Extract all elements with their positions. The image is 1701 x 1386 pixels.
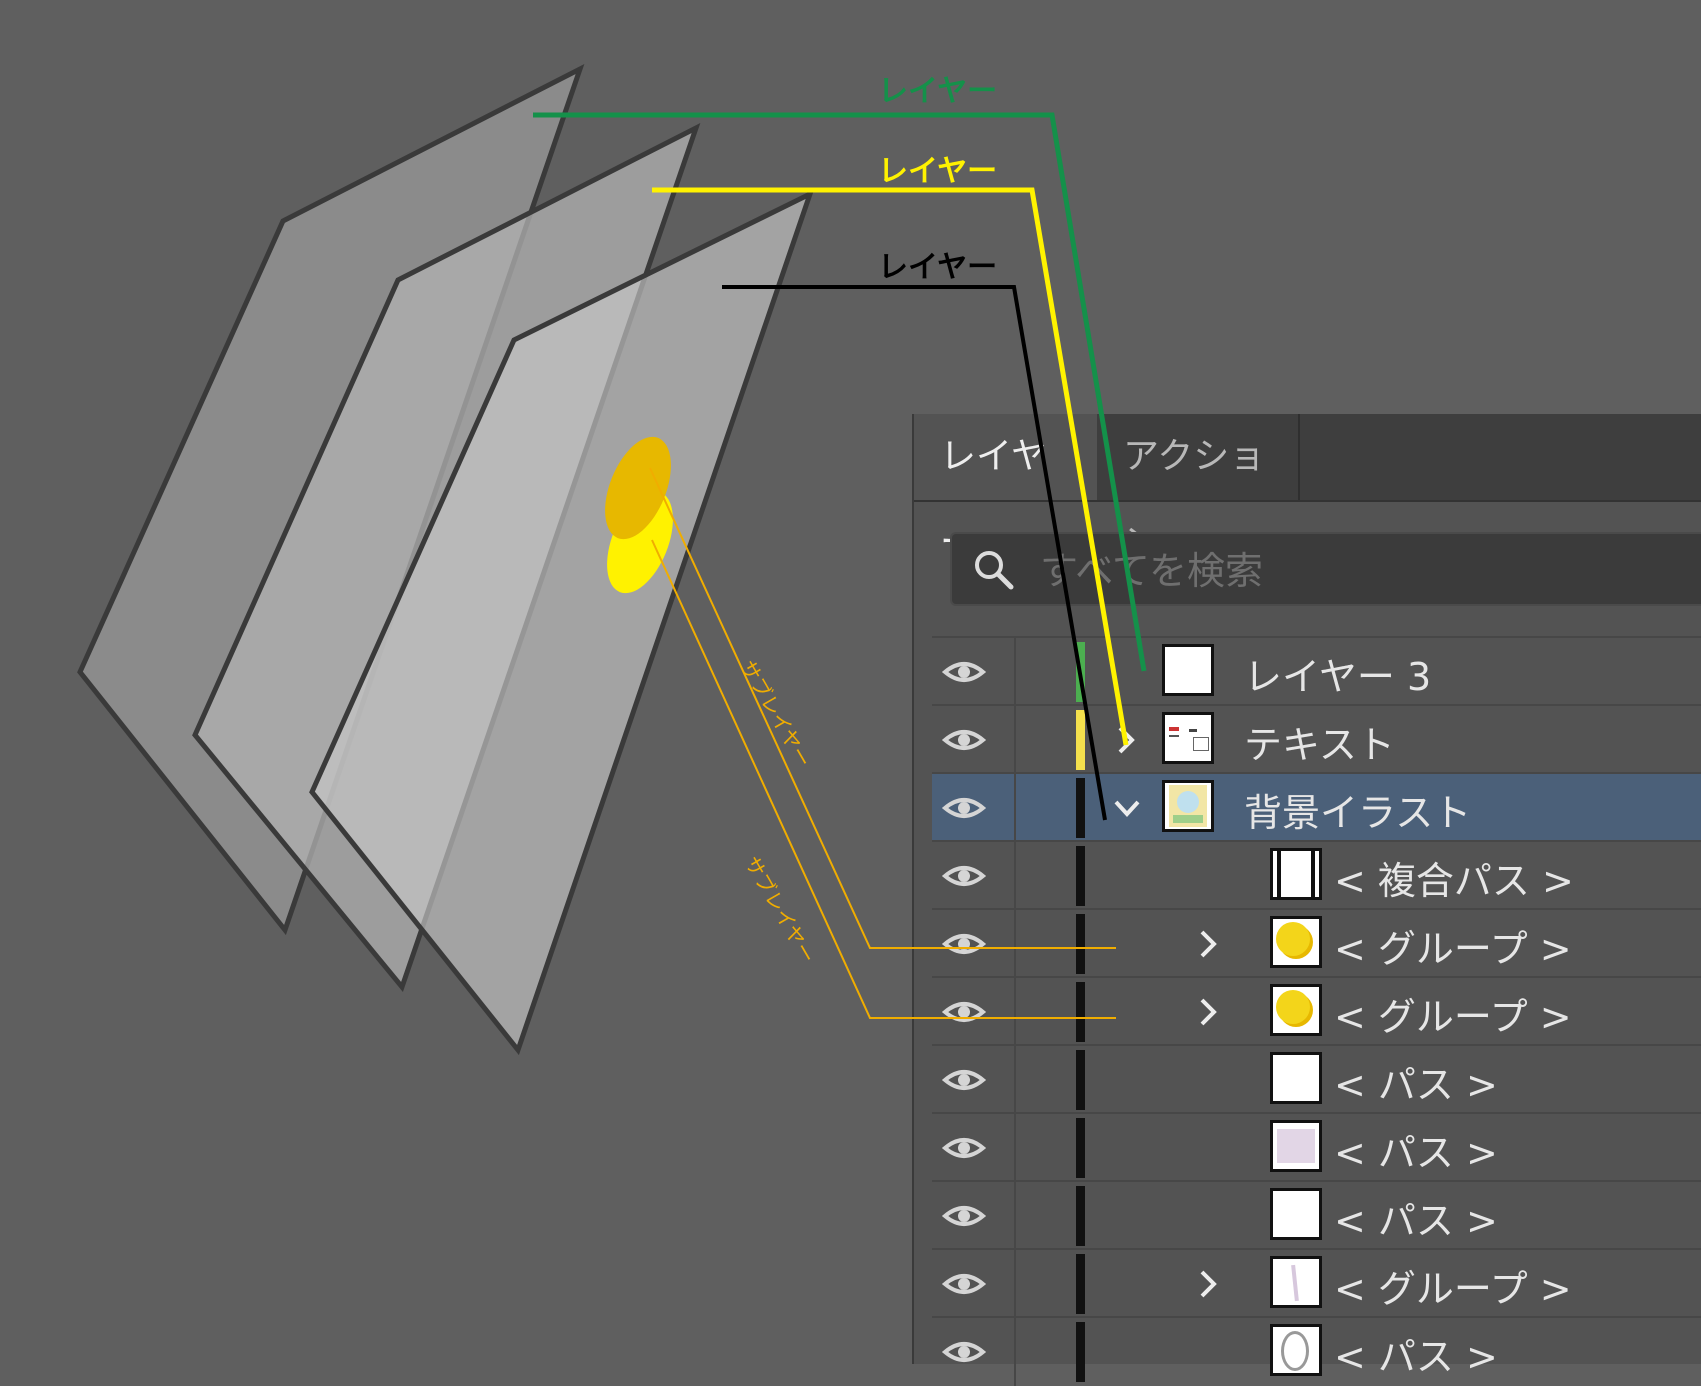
layer-thumbnail <box>1162 780 1214 832</box>
layer-thumbnail <box>1270 848 1322 900</box>
layer-thumbnail <box>1270 1188 1322 1240</box>
visibility-eye-icon[interactable] <box>941 858 987 898</box>
chevron-right-icon[interactable] <box>1192 924 1222 968</box>
chevron-right-icon[interactable] <box>1192 1264 1222 1308</box>
layer-color-indicator <box>1076 1322 1085 1382</box>
layer-name: < 複合パス > <box>1334 859 1574 903</box>
tutorial-canvas: レイヤー アクション レイヤー 3 テキスト背景イラスト < 複合パス > < グルー… <box>0 0 1701 1386</box>
layer-name: < グループ > <box>1334 1267 1572 1311</box>
layer-row[interactable]: < パス > <box>932 1316 1701 1386</box>
lock-column[interactable] <box>1014 978 1016 1046</box>
layer-row[interactable]: < パス > <box>932 1180 1701 1250</box>
lock-column[interactable] <box>1014 842 1016 910</box>
chevron-right-icon[interactable] <box>1110 720 1140 764</box>
layers-panel: レイヤー アクション レイヤー 3 テキスト背景イラスト < 複合パス > < グルー… <box>912 414 1701 1386</box>
search-input[interactable] <box>1038 542 1682 600</box>
layer-name: < パス > <box>1334 1199 1498 1243</box>
layer-row[interactable]: < グループ > <box>932 1248 1701 1318</box>
layer-color-indicator <box>1076 846 1085 906</box>
visibility-eye-icon[interactable] <box>941 1198 987 1238</box>
layer-row[interactable]: レイヤー 3 <box>932 636 1701 706</box>
layer-name: < パス > <box>1334 1063 1498 1107</box>
layer-color-indicator <box>1076 778 1085 838</box>
lock-column[interactable] <box>1014 1182 1016 1250</box>
lock-column[interactable] <box>1014 1318 1016 1386</box>
layer-row[interactable]: 背景イラスト <box>932 772 1701 842</box>
layer-row[interactable]: < グループ > <box>932 908 1701 978</box>
visibility-eye-icon[interactable] <box>941 926 987 966</box>
label-layer-yellow: レイヤー <box>878 154 998 189</box>
layer-thumbnail <box>1270 1324 1322 1376</box>
layer-color-indicator <box>1076 914 1085 974</box>
visibility-eye-icon[interactable] <box>941 1062 987 1102</box>
lock-column[interactable] <box>1014 774 1016 842</box>
layer-color-indicator <box>1076 982 1085 1042</box>
lock-column[interactable] <box>1014 706 1016 774</box>
lock-column[interactable] <box>1014 910 1016 978</box>
lock-column[interactable] <box>1014 638 1016 706</box>
visibility-eye-icon[interactable] <box>941 1130 987 1170</box>
layer-color-indicator <box>1076 1050 1085 1110</box>
tab-layers[interactable]: レイヤー <box>914 414 1097 563</box>
layer-color-indicator <box>1076 1118 1085 1178</box>
visibility-eye-icon[interactable] <box>941 1334 987 1374</box>
layer-row[interactable]: < パス > <box>932 1044 1701 1114</box>
layer-name: < パス > <box>1334 1131 1498 1175</box>
chevron-down-icon[interactable] <box>1110 788 1144 832</box>
search-icon <box>972 548 1016 596</box>
visibility-eye-icon[interactable] <box>941 790 987 830</box>
layer-name: 背景イラスト <box>1244 791 1472 835</box>
layer-name: < グループ > <box>1334 995 1572 1039</box>
search-box[interactable] <box>950 532 1701 606</box>
layer-row[interactable]: テキスト <box>932 704 1701 774</box>
layer-row[interactable]: < 複合パス > <box>932 840 1701 910</box>
label-layer-green: レイヤー <box>878 74 998 109</box>
layer-thumbnail <box>1162 644 1214 696</box>
layer-row[interactable]: < パス > <box>932 1112 1701 1182</box>
layer-name: レイヤー 3 <box>1244 655 1432 699</box>
label-layer-black: レイヤー <box>878 250 998 285</box>
lock-column[interactable] <box>1014 1250 1016 1318</box>
layer-thumbnail <box>1270 916 1322 968</box>
layer-thumbnail <box>1270 1256 1322 1308</box>
layer-color-indicator <box>1076 1254 1085 1314</box>
layer-name: < グループ > <box>1334 927 1572 971</box>
layer-name: < パス > <box>1334 1335 1498 1379</box>
visibility-eye-icon[interactable] <box>941 722 987 762</box>
layer-color-indicator <box>1076 642 1085 702</box>
layer-thumbnail <box>1270 1120 1322 1172</box>
lock-column[interactable] <box>1014 1046 1016 1114</box>
panel-tab-bar: レイヤー アクション <box>914 414 1701 563</box>
layer-thumbnail <box>1270 984 1322 1036</box>
layer-name: テキスト <box>1244 723 1395 767</box>
visibility-eye-icon[interactable] <box>941 654 987 694</box>
lock-column[interactable] <box>1014 1114 1016 1182</box>
layer-thumbnail <box>1162 712 1214 764</box>
visibility-eye-icon[interactable] <box>941 1266 987 1306</box>
layer-thumbnail <box>1270 1052 1322 1104</box>
chevron-right-icon[interactable] <box>1192 992 1222 1036</box>
layer-row[interactable]: < グループ > <box>932 976 1701 1046</box>
layer-color-indicator <box>1076 710 1085 770</box>
tab-actions[interactable]: アクション <box>1097 414 1300 563</box>
visibility-eye-icon[interactable] <box>941 994 987 1034</box>
layer-color-indicator <box>1076 1186 1085 1246</box>
